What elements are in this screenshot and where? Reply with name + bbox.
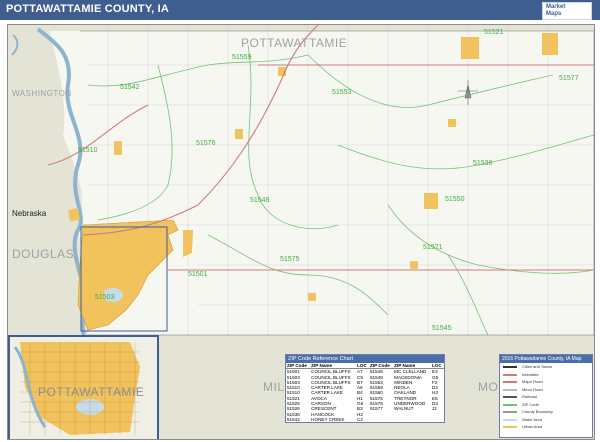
- logo-line2: Maps: [546, 11, 562, 17]
- title-bar: POTTAWATTAMIE COUNTY, IA Market Maps: [0, 0, 600, 20]
- zip-label: 51503: [95, 294, 115, 301]
- county-label: POTTAWATTAMIE: [241, 36, 348, 50]
- zip-label: 51510: [78, 147, 98, 154]
- douglas-county-label: DOUGLAS: [12, 247, 75, 261]
- market-maps-logo: Market Maps: [542, 2, 592, 20]
- legend-header: 2016 Pottawattamie County, IA Map: [500, 355, 592, 363]
- table-row: 51542 HONEY CREEK C2: [286, 417, 444, 422]
- washington-county-label: WASHINGTON: [12, 89, 72, 98]
- legend-label: ZIP Code: [522, 401, 539, 407]
- zip-label: 51501: [188, 271, 208, 278]
- zip-label: 51553: [332, 89, 352, 96]
- zip-label: 51542: [120, 84, 140, 91]
- zip-table: ZIP Code ZIP Name LOC ZIP Code ZIP Name …: [286, 363, 444, 422]
- col-header: ZIP Code: [368, 363, 394, 370]
- legend-swatch: [503, 373, 517, 376]
- inset-county-label: POTTAWATTAMIE: [38, 385, 145, 399]
- col-header: ZIP Code: [286, 363, 311, 370]
- legend-swatch: [503, 411, 517, 413]
- table-cell: [431, 417, 444, 422]
- table-cell: [393, 417, 431, 422]
- legend-item: Water Area: [500, 416, 592, 424]
- table-cell: [369, 417, 393, 422]
- zip-label: 51548: [250, 197, 270, 204]
- inset-map[interactable]: POTTAWATTAMIE: [8, 335, 159, 439]
- legend-swatch: [503, 418, 517, 421]
- legend-item: Major Road: [500, 378, 592, 386]
- zip-label: 51576: [196, 140, 216, 147]
- zip-label: 51577: [559, 75, 579, 82]
- legend-item: County Boundary: [500, 408, 592, 416]
- legend-item: Urban Area: [500, 423, 592, 431]
- legend-label: Railroad: [522, 394, 537, 399]
- county-map[interactable]: POTTAWATTAMIE WASHINGTON Nebraska DOUGLA…: [7, 24, 595, 440]
- legend-item: Interstate: [500, 371, 592, 379]
- legend-swatch: [503, 381, 517, 383]
- zip-reference-table: ZIP Code Reference Chart ZIP Code ZIP Na…: [285, 354, 445, 424]
- legend-swatch: [503, 396, 517, 398]
- legend-label: Minor Road: [522, 386, 543, 392]
- table-cell: MC CLELLAND: [394, 369, 427, 375]
- legend-swatch: [503, 388, 517, 391]
- logo-line1: Market: [546, 4, 566, 10]
- table-cell: 51542: [287, 416, 300, 422]
- legend-item: ZIP Code: [500, 401, 592, 409]
- legend-item: Railroad: [500, 393, 592, 401]
- zip-label: 51559: [232, 54, 252, 61]
- zip-label: 51545: [432, 325, 452, 332]
- montgomery-county-label: MO: [478, 380, 499, 394]
- legend-label: Interstate: [522, 371, 539, 377]
- legend-swatch: [503, 366, 517, 368]
- legend-item: Minor Road: [500, 386, 592, 394]
- table-cell: C2: [357, 416, 363, 422]
- zip-table-header: ZIP Code Reference Chart: [286, 355, 444, 363]
- legend-label: Urban Area: [522, 424, 543, 429]
- legend-item: Cities and Towns: [500, 363, 592, 371]
- table-cell: HONEY CREEK: [311, 416, 345, 422]
- nebraska-state-label: Nebraska: [12, 209, 47, 218]
- zip-label: 51521: [484, 29, 504, 36]
- legend-label: Water Area: [522, 416, 542, 422]
- map-legend: 2016 Pottawattamie County, IA Map Cities…: [499, 354, 593, 438]
- zip-label: 51550: [445, 196, 465, 203]
- legend-label: Cities and Towns: [522, 364, 553, 369]
- legend-swatch: [503, 426, 517, 428]
- page-title: POTTAWATTAMIE COUNTY, IA: [6, 3, 170, 15]
- legend-label: County Boundary: [522, 409, 553, 414]
- zip-label: 51575: [280, 256, 300, 263]
- zip-label: 51536: [473, 160, 493, 167]
- zip-label: 51521: [423, 244, 443, 251]
- legend-label: Major Road: [522, 379, 543, 384]
- legend-swatch: [503, 403, 517, 406]
- table-cell: COUNCIL BLUFFS: [311, 369, 351, 375]
